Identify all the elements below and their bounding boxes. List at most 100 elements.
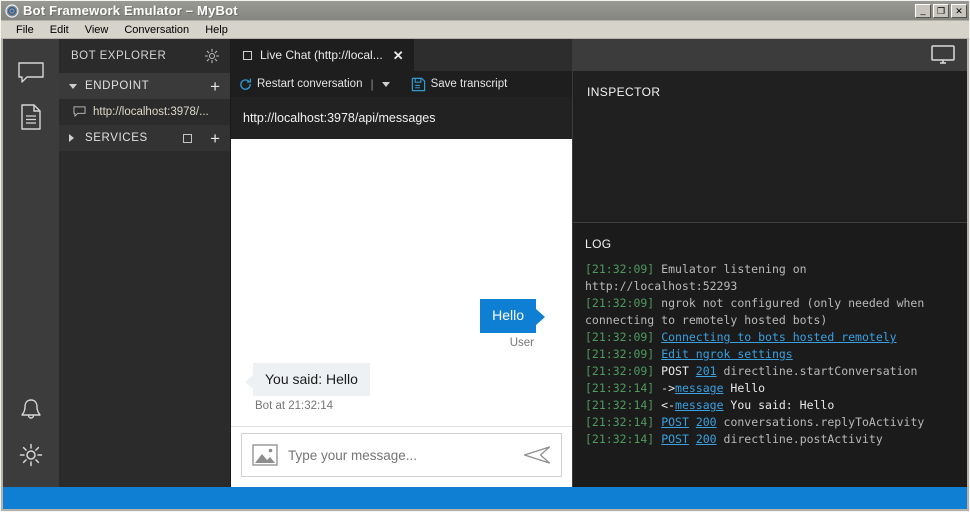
document-icon[interactable]	[11, 95, 51, 139]
chat-column: Live Chat (http://local... ✕ Restart con…	[231, 39, 572, 487]
tab-square-icon	[243, 50, 252, 60]
message-bubble-user: Hello	[480, 299, 545, 333]
log-link[interactable]: 201	[696, 364, 717, 378]
transcript-spacer	[241, 139, 562, 299]
toolbar-separator: |	[370, 77, 374, 91]
log-line: [21:32:09] Edit ngrok settings	[585, 346, 959, 363]
log-line: [21:32:09] Connecting to bots hosted rem…	[585, 329, 959, 346]
add-service-button[interactable]: +	[210, 130, 220, 147]
endpoint-item[interactable]: http://localhost:3978/...	[59, 99, 230, 125]
message-row-user: Hello User	[241, 299, 562, 361]
message-meta-bot: Bot at 21:32:14	[255, 400, 334, 412]
chat-transcript[interactable]: Hello User You said: Hello Bot at 21:32:…	[231, 139, 572, 426]
chat-icon[interactable]	[11, 51, 51, 95]
emulator-window: Bot Framework Emulator – MyBot _ ❐ ✕ Fil…	[0, 0, 970, 512]
window-title: Bot Framework Emulator – MyBot	[23, 3, 238, 18]
log-link[interactable]: 200	[696, 415, 717, 429]
tree-section-services[interactable]: SERVICES +	[59, 125, 230, 151]
log-timestamp: [21:32:14]	[585, 381, 655, 395]
maximize-button[interactable]: ❐	[933, 3, 949, 18]
log-link[interactable]: Edit ngrok settings	[661, 347, 793, 361]
inspector-panel: INSPECTOR	[573, 71, 967, 223]
save-transcript-button[interactable]: Save transcript	[411, 77, 508, 92]
log-timestamp: [21:32:14]	[585, 415, 655, 429]
title-bar: Bot Framework Emulator – MyBot _ ❐ ✕	[1, 1, 969, 21]
maximize-icon: ❐	[936, 5, 946, 16]
bot-emulator-icon	[5, 3, 19, 18]
minimize-icon: _	[920, 4, 926, 15]
chevron-right-icon	[69, 134, 77, 142]
menu-item-view[interactable]: View	[78, 23, 116, 37]
close-icon: ✕	[955, 5, 963, 16]
log-line: [21:32:14] POST 200 conversations.replyT…	[585, 414, 959, 431]
log-text: <-	[654, 398, 676, 412]
menu-bar: File Edit View Conversation Help	[1, 21, 969, 39]
log-timestamp: [21:32:14]	[585, 432, 655, 446]
close-button[interactable]: ✕	[951, 3, 967, 18]
minimize-button[interactable]: _	[915, 3, 931, 18]
restart-conversation-label: Restart conversation	[257, 78, 363, 90]
save-icon	[411, 77, 426, 92]
log-panel[interactable]: LOG [21:32:09] Emulator listening on htt…	[573, 223, 967, 487]
tab-strip: Live Chat (http://local... ✕	[231, 39, 572, 71]
message-row-bot: You said: Hello Bot at 21:32:14	[241, 362, 562, 425]
restart-conversation-button[interactable]: Restart conversation	[239, 77, 363, 91]
log-entries: [21:32:09] Emulator listening on http://…	[585, 261, 959, 448]
tree-section-endpoint[interactable]: ENDPOINT +	[59, 73, 230, 99]
chat-toolbar: Restart conversation | Save transcript	[231, 71, 572, 97]
log-title: LOG	[585, 237, 612, 251]
tab-live-chat[interactable]: Live Chat (http://local... ✕	[231, 39, 414, 71]
log-text: conversations.replyToActivity	[716, 415, 925, 429]
monitor-icon[interactable]	[931, 45, 955, 65]
send-icon[interactable]	[523, 445, 551, 465]
chat-bubble-icon	[73, 106, 86, 118]
log-line: [21:32:14] ->message Hello	[585, 380, 959, 397]
log-timestamp: [21:32:09]	[585, 262, 655, 276]
gear-icon[interactable]	[11, 433, 51, 477]
right-column: INSPECTOR LOG [21:32:09] Emulator listen…	[572, 39, 967, 487]
composer-wrapper	[231, 426, 572, 487]
services-label: SERVICES	[85, 132, 148, 144]
log-link[interactable]: 200	[696, 432, 717, 446]
log-link[interactable]: POST	[661, 432, 689, 446]
log-link[interactable]: POST	[661, 415, 689, 429]
endpoint-url-bar: http://localhost:3978/api/messages	[231, 97, 572, 139]
add-endpoint-button[interactable]: +	[210, 78, 220, 95]
menu-item-help[interactable]: Help	[198, 23, 235, 37]
log-line: [21:32:14] <-message You said: Hello	[585, 397, 959, 414]
log-timestamp: [21:32:09]	[585, 364, 655, 378]
log-text: You said: Hello	[723, 398, 835, 412]
log-timestamp: [21:32:09]	[585, 330, 655, 344]
status-bar	[1, 487, 969, 511]
main-region: Live Chat (http://local... ✕ Restart con…	[231, 39, 967, 487]
bot-explorer-title: BOT EXPLORER	[71, 50, 167, 62]
log-link[interactable]: Connecting to bots hosted remotely	[661, 330, 896, 344]
image-upload-icon[interactable]	[252, 444, 278, 466]
message-input[interactable]	[288, 447, 513, 463]
log-timestamp: [21:32:09]	[585, 347, 655, 361]
endpoint-label: ENDPOINT	[85, 80, 150, 92]
activity-bar	[3, 39, 59, 487]
log-text: directline.postActivity	[716, 432, 883, 446]
save-transcript-label: Save transcript	[430, 78, 508, 90]
endpoint-url-label: http://localhost:3978/...	[93, 106, 209, 118]
log-timestamp: [21:32:09]	[585, 296, 655, 310]
menu-item-file[interactable]: File	[9, 23, 41, 37]
services-square-icon[interactable]	[183, 133, 193, 143]
gear-icon[interactable]	[204, 48, 220, 64]
bot-explorer-panel: BOT EXPLORER ENDPOINT + http://localhost…	[59, 39, 231, 487]
log-link[interactable]: message	[675, 381, 723, 395]
close-icon[interactable]: ✕	[391, 49, 406, 62]
tab-label: Live Chat (http://local...	[260, 48, 383, 62]
app-body: BOT EXPLORER ENDPOINT + http://localhost…	[1, 39, 969, 487]
log-text: directline.startConversation	[716, 364, 918, 378]
chevron-down-icon[interactable]	[381, 81, 390, 87]
inspector-title: INSPECTOR	[587, 85, 661, 99]
log-link[interactable]: message	[675, 398, 723, 412]
menu-item-conversation[interactable]: Conversation	[117, 23, 196, 37]
log-line: [21:32:09] Emulator listening on http://…	[585, 261, 959, 295]
bell-icon[interactable]	[11, 389, 51, 433]
menu-item-edit[interactable]: Edit	[43, 23, 76, 37]
message-composer[interactable]	[241, 433, 562, 477]
